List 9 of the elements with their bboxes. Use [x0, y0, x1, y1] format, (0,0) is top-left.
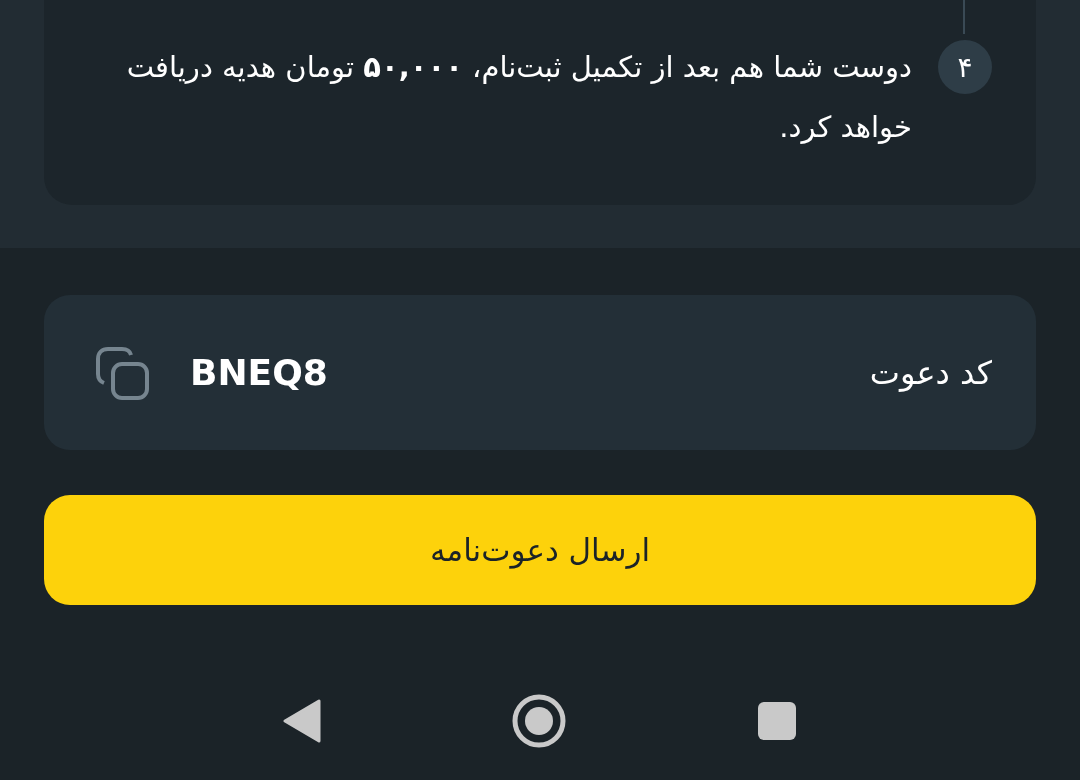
back-icon[interactable] — [283, 699, 321, 743]
copy-icon[interactable] — [94, 344, 150, 401]
recents-icon[interactable] — [757, 701, 797, 741]
send-invitation-button[interactable]: ارسال دعوت‌نامه — [44, 495, 1036, 605]
step-description: دوست شما هم بعد از تکمیل ثبت‌نام، ۵۰,۰۰۰ تومان هدیه دریافت خواهد کرد. — [125, 49, 912, 146]
invite-code: BNEQ8 — [190, 352, 328, 393]
invite-code-label: کد دعوت — [868, 353, 992, 392]
home-icon[interactable] — [511, 693, 567, 749]
step-number: ۴ — [938, 40, 992, 94]
